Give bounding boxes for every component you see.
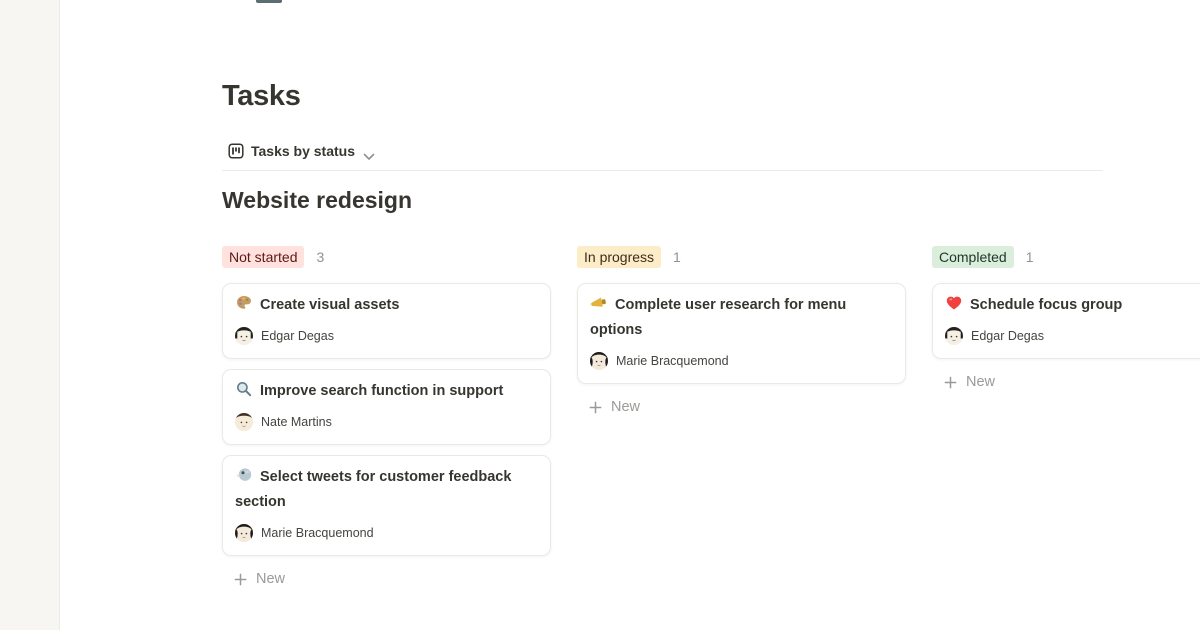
new-task-label: New [256, 571, 285, 587]
page-icon-partial [256, 0, 282, 3]
column-header: In progress 1 [577, 246, 906, 268]
card-title-text: Create visual assets [260, 297, 399, 313]
new-task-button[interactable]: New [932, 370, 1200, 394]
new-task-button[interactable]: New [222, 567, 551, 591]
new-task-label: New [966, 374, 995, 390]
palette-icon [235, 294, 253, 312]
card-list: Create visual assets Edgar Degas Improve s… [222, 283, 551, 556]
board-column-not-started: Not started 3 Create visual assets Edgar De… [222, 246, 551, 591]
page-title: Tasks [222, 80, 301, 113]
task-card[interactable]: Improve search function in support Nate M… [222, 369, 551, 445]
card-title-row: Create visual assets [235, 293, 538, 318]
assignee-row: Nate Martins [235, 411, 538, 433]
board: Not started 3 Create visual assets Edgar De… [222, 246, 1200, 591]
search-icon [235, 380, 253, 398]
megaphone-icon [590, 294, 608, 312]
edgar-degas-avatar [235, 327, 253, 345]
heart-icon [945, 294, 963, 312]
task-card[interactable]: Create visual assets Edgar Degas [222, 283, 551, 359]
status-badge[interactable]: Completed [932, 246, 1014, 268]
task-card[interactable]: Schedule focus group Edgar Degas [932, 283, 1200, 359]
assignee-row: Edgar Degas [235, 325, 538, 347]
section-title: Website redesign [222, 187, 412, 214]
card-list: Complete user research for menu options M… [577, 283, 906, 384]
board-column-completed: Completed 1 Schedule focus group Edgar Dega… [932, 246, 1200, 591]
card-list: Schedule focus group Edgar Degas [932, 283, 1200, 359]
card-title-row: Schedule focus group [945, 293, 1200, 318]
marie-bracquemond-avatar [590, 352, 608, 370]
assignee-name: Edgar Degas [971, 329, 1044, 343]
column-count: 1 [673, 249, 681, 265]
card-title-text: Schedule focus group [970, 297, 1122, 313]
assignee-row: Marie Bracquemond [235, 522, 538, 544]
assignee-name: Edgar Degas [261, 329, 334, 343]
assignee-row: Edgar Degas [945, 325, 1200, 347]
view-tab-tasks-by-status[interactable]: Tasks by status [228, 140, 375, 162]
speech-bubble-icon [235, 466, 253, 484]
nate-martins-avatar [235, 413, 253, 431]
plus-icon [943, 375, 958, 390]
notion-page: Tasks Tasks by status Website redesign N… [0, 0, 1200, 630]
assignee-name: Nate Martins [261, 415, 332, 429]
assignee-name: Marie Bracquemond [261, 526, 374, 540]
column-count: 1 [1026, 249, 1034, 265]
edgar-degas-avatar [945, 327, 963, 345]
new-task-label: New [611, 399, 640, 415]
plus-icon [233, 572, 248, 587]
card-title-row: Complete user research for menu options [590, 293, 893, 343]
card-title-text: Complete user research for menu options [590, 297, 846, 338]
board-view-icon [228, 143, 244, 159]
card-title-text: Select tweets for customer feedback sect… [235, 469, 511, 510]
marie-bracquemond-avatar [235, 524, 253, 542]
left-sidebar[interactable] [0, 0, 60, 630]
board-column-in-progress: In progress 1 Complete user research for m… [577, 246, 906, 591]
status-badge[interactable]: Not started [222, 246, 304, 268]
view-tab-label: Tasks by status [251, 143, 355, 159]
divider [222, 170, 1103, 171]
task-card[interactable]: Select tweets for customer feedback sect… [222, 455, 551, 556]
chevron-down-icon [363, 148, 375, 156]
task-card[interactable]: Complete user research for menu options M… [577, 283, 906, 384]
assignee-row: Marie Bracquemond [590, 350, 893, 372]
column-header: Completed 1 [932, 246, 1200, 268]
status-badge[interactable]: In progress [577, 246, 661, 268]
new-task-button[interactable]: New [577, 395, 906, 419]
card-title-row: Select tweets for customer feedback sect… [235, 465, 538, 515]
column-count: 3 [316, 249, 324, 265]
card-title-text: Improve search function in support [260, 383, 503, 399]
plus-icon [588, 400, 603, 415]
column-header: Not started 3 [222, 246, 551, 268]
card-title-row: Improve search function in support [235, 379, 538, 404]
assignee-name: Marie Bracquemond [616, 354, 729, 368]
